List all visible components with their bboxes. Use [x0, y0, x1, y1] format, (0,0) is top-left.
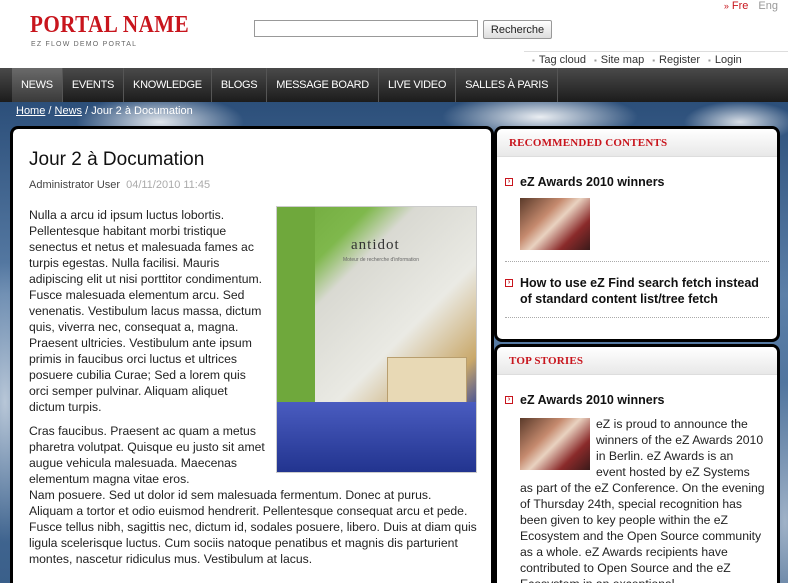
site-logo[interactable]: PORTAL NAME EZ FLOW DEMO PORTAL [30, 12, 211, 48]
article-paragraph-2-wide: Nam posuere. Sed ut dolor id sem malesua… [29, 488, 477, 566]
search-button[interactable]: Recherche [483, 20, 552, 39]
breadcrumb: Home / News / Jour 2 à Documation [16, 105, 193, 117]
site-header: PORTAL NAME EZ FLOW DEMO PORTAL Recherch… [0, 0, 788, 68]
article-paragraph-2-narrow: Cras faucibus. Praesent ac quam a metus … [29, 424, 265, 486]
utility-label: Tag cloud [538, 54, 586, 66]
nav-item-salles-a-paris[interactable]: SALLES À PARIS [456, 68, 559, 102]
article-author: Administrator User [29, 179, 121, 191]
article-title: Jour 2 à Documation [29, 149, 205, 170]
utility-register[interactable]: ▪ Register [652, 54, 700, 66]
search-input[interactable] [254, 20, 478, 37]
top-story-thumbnail[interactable] [520, 418, 590, 470]
arrow-right-icon: › [505, 279, 513, 287]
top-story-body: eZ is proud to announce the winners of t… [505, 416, 765, 583]
top-story-item: › eZ Awards 2010 winners eZ is proud to … [497, 392, 777, 583]
article-panel: Jour 2 à Documation Administrator User 04… [10, 126, 494, 583]
utility-tag-cloud[interactable]: ▪ Tag cloud [532, 54, 586, 66]
top-stories-heading: TOP STORIES [497, 347, 777, 375]
utility-links: ▪ Tag cloud ▪ Site map ▪ Register ▪ Login [524, 51, 788, 68]
nav-item-live-video[interactable]: LIVE VIDEO [379, 68, 457, 102]
logo-tagline: EZ FLOW DEMO PORTAL [31, 41, 138, 48]
image-green-panel [277, 207, 315, 407]
bullet-icon: ▪ [708, 55, 711, 65]
utility-label: Site map [600, 54, 645, 66]
recommended-item: › eZ Awards 2010 winners [497, 174, 777, 250]
recommended-item-link[interactable]: › eZ Awards 2010 winners [505, 174, 765, 190]
breadcrumb-current: Jour 2 à Documation [91, 105, 193, 117]
top-stories-box: TOP STORIES › eZ Awards 2010 winners eZ … [494, 344, 780, 583]
image-floor [277, 402, 476, 472]
breadcrumb-news[interactable]: News [55, 105, 83, 117]
utility-label: Login [714, 54, 742, 66]
breadcrumb-home[interactable]: Home [16, 105, 45, 117]
top-story-link[interactable]: › eZ Awards 2010 winners [505, 392, 765, 408]
bullet-icon: ▪ [652, 55, 656, 65]
divider [505, 261, 769, 262]
bullet-icon: ▪ [593, 55, 597, 65]
recommended-contents-box: RECOMMENDED CONTENTS › eZ Awards 2010 wi… [494, 126, 780, 342]
utility-site-map[interactable]: ▪ Site map [594, 54, 644, 66]
nav-item-news[interactable]: NEWS [12, 68, 63, 102]
logo-name[interactable]: PORTAL NAME [30, 12, 189, 39]
divider [505, 317, 769, 318]
image-booth-subtext: Moteur de recherche d'information [343, 257, 419, 263]
recommended-item-title: How to use eZ Find search fetch instead … [520, 276, 759, 306]
lang-eng-link[interactable]: Eng [758, 0, 778, 12]
recommended-item-thumbnail[interactable] [520, 198, 590, 250]
main-nav: NEWS EVENTS KNOWLEDGE BLOGS MESSAGE BOAR… [0, 68, 788, 102]
double-chevron-right-icon: » [723, 1, 729, 11]
recommended-item: › How to use eZ Find search fetch instea… [497, 275, 777, 307]
breadcrumb-separator: / [45, 105, 55, 117]
language-switcher: » Fre Eng [724, 0, 778, 12]
nav-item-blogs[interactable]: BLOGS [212, 68, 268, 102]
image-booth-text: antidot [351, 237, 400, 253]
utility-login[interactable]: ▪ Login [708, 54, 742, 66]
recommended-item-title: eZ Awards 2010 winners [520, 175, 665, 189]
nav-item-message-board[interactable]: MESSAGE BOARD [267, 68, 379, 102]
article-date: 04/11/2010 11:45 [126, 179, 211, 191]
recommended-item-link[interactable]: › How to use eZ Find search fetch instea… [505, 275, 765, 307]
arrow-right-icon: › [505, 178, 513, 186]
arrow-right-icon: › [505, 396, 513, 404]
top-story-title: eZ Awards 2010 winners [520, 393, 665, 407]
utility-label: Register [659, 54, 701, 66]
article-image[interactable]: antidot Moteur de recherche d'informatio… [276, 206, 477, 473]
nav-item-events[interactable]: EVENTS [63, 68, 125, 102]
article-byline: Administrator User 04/11/2010 11:45 [29, 179, 477, 191]
bullet-icon: ▪ [532, 55, 535, 65]
article-paragraph-1: Nulla a arcu id ipsum luctus lobortis. P… [29, 208, 263, 414]
nav-item-knowledge[interactable]: KNOWLEDGE [124, 68, 212, 102]
recommended-heading: RECOMMENDED CONTENTS [497, 129, 777, 157]
lang-fre-link[interactable]: Fre [732, 0, 749, 12]
breadcrumb-separator: / [82, 105, 92, 117]
